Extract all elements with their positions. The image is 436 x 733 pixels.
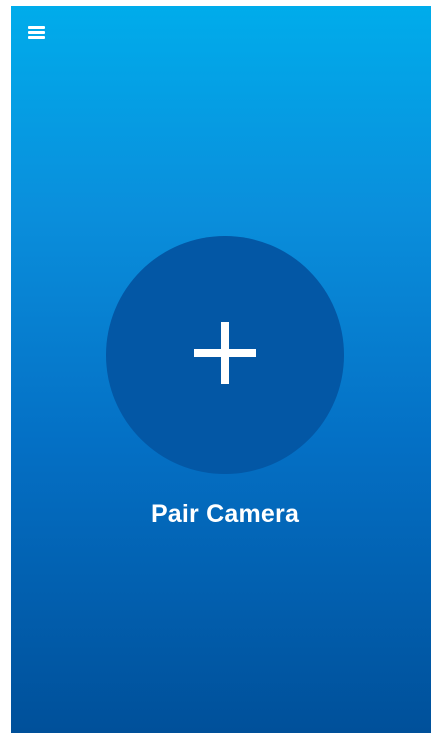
plus-icon — [194, 322, 256, 384]
menu-button[interactable] — [25, 20, 49, 44]
app-screen: Pair Camera — [11, 6, 431, 733]
pair-camera-label[interactable]: Pair Camera — [11, 500, 431, 529]
pair-camera-button[interactable] — [106, 236, 344, 474]
